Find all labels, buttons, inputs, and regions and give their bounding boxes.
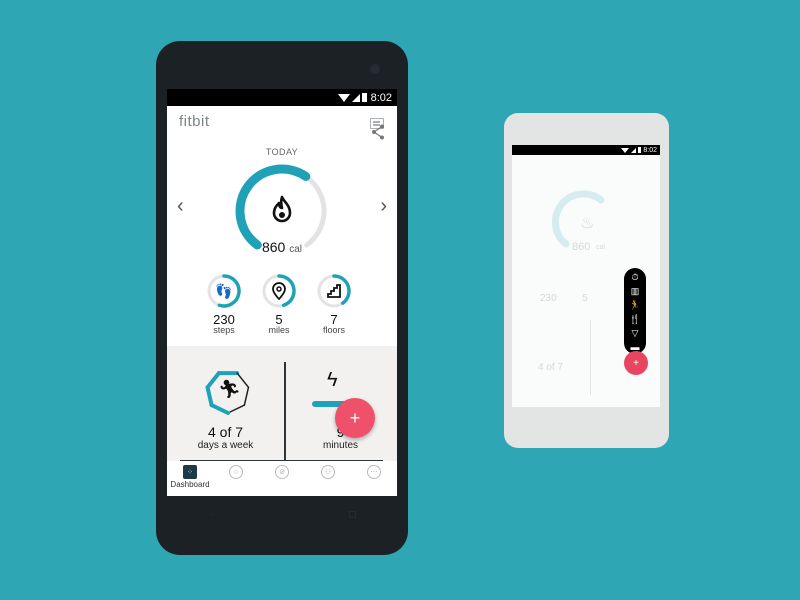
octagon-segment-complete — [205, 385, 214, 408]
location-pin-icon — [272, 282, 286, 301]
app-logo: fitbit — [179, 113, 210, 130]
nav-guidance[interactable]: ⊘ — [259, 461, 305, 496]
flame-icon — [272, 195, 292, 223]
nav-dashboard-label: Dashboard — [170, 480, 210, 489]
secondary-status-time: 8:02 — [643, 146, 657, 154]
water-icon[interactable]: ▽ — [627, 327, 643, 339]
calories-value: 860 — [261, 239, 286, 255]
exercise-days-label: days a week — [197, 440, 254, 451]
stairs-icon — [327, 284, 341, 298]
next-day-button[interactable]: › — [380, 195, 387, 218]
secondary-divider — [590, 320, 591, 395]
nav-challenges[interactable]: ☆ — [213, 461, 259, 496]
secondary-steps-value: 230 — [540, 293, 557, 304]
dashboard-icon: ⁘ — [183, 465, 197, 479]
share-icon[interactable] — [371, 124, 385, 140]
status-bar: 8:02 — [167, 89, 397, 106]
exercise-icon[interactable]: 🏃 — [627, 299, 643, 311]
stat-miles[interactable]: 5 miles — [261, 273, 297, 335]
status-time: 8:02 — [370, 91, 392, 104]
secondary-calories-value: 860 — [572, 241, 591, 253]
hardware-recents-button[interactable] — [349, 511, 356, 518]
previous-day-button[interactable]: ‹ — [177, 195, 184, 218]
secondary-calories-unit: cal — [596, 244, 605, 251]
footsteps-icon: 👣 — [215, 282, 233, 299]
lightning-bolt-icon: ϟ — [327, 369, 338, 391]
secondary-exercise-value: 4 of 7 — [538, 362, 564, 373]
phone-sensor — [370, 64, 380, 74]
wifi-icon — [621, 147, 630, 153]
steps-unit: steps — [213, 325, 235, 335]
battery-icon — [361, 93, 367, 102]
octagon-segment-complete — [209, 403, 230, 415]
star-badge-icon: ☆ — [229, 465, 243, 479]
signal-icon — [631, 147, 637, 153]
stopwatch-icon[interactable]: ⏱ — [627, 271, 643, 283]
signal-icon — [351, 93, 360, 102]
floors-unit: floors — [322, 325, 345, 335]
secondary-miles-value: 5 — [582, 293, 588, 304]
calories-unit: cal — [289, 244, 303, 255]
secondary-status-bar: 8:02 — [512, 145, 660, 155]
bottom-navigation: ⁘ Dashboard ☆ ⊘ ⚇ ⋯ — [167, 461, 397, 496]
nav-dashboard[interactable]: ⁘ Dashboard — [167, 461, 213, 496]
more-icon: ⋯ — [367, 465, 381, 479]
food-icon[interactable]: 🍴 — [627, 313, 643, 325]
hardware-back-button[interactable]: ← — [209, 508, 219, 519]
wifi-icon — [337, 93, 350, 102]
secondary-flame-icon: ♨ — [580, 215, 595, 232]
friends-icon: ⚇ — [321, 465, 335, 479]
barcode-icon[interactable]: ▥ — [627, 285, 643, 297]
speed-dial-menu: ⏱ ▥ 🏃 🍴 ▽ ▬ — [624, 268, 646, 354]
stat-steps[interactable]: 👣 230 steps — [206, 273, 242, 335]
nav-more[interactable]: ⋯ — [351, 461, 397, 496]
date-label: TODAY — [265, 147, 299, 157]
calories-readout: 860 cal — [167, 239, 397, 255]
exercise-days-value: 4 of 7 — [207, 424, 244, 440]
runner-icon: 🏃︎ — [218, 379, 241, 399]
nav-friends[interactable]: ⚇ — [305, 461, 351, 496]
compass-icon: ⊘ — [275, 465, 289, 479]
octagon-segment-incomplete — [243, 386, 250, 406]
secondary-add-fab[interactable]: + — [624, 351, 648, 375]
add-fab-button[interactable]: + — [335, 398, 375, 438]
app-bar: fitbit — [167, 106, 397, 134]
miles-unit: miles — [268, 325, 290, 335]
octagon-segment-incomplete — [227, 404, 246, 414]
battery-icon — [638, 147, 642, 153]
stat-floors[interactable]: 7 floors — [316, 273, 352, 335]
stats-row: 👣 230 steps 5 miles 7 floors — [206, 273, 352, 335]
active-minutes-label: minutes — [322, 440, 358, 451]
